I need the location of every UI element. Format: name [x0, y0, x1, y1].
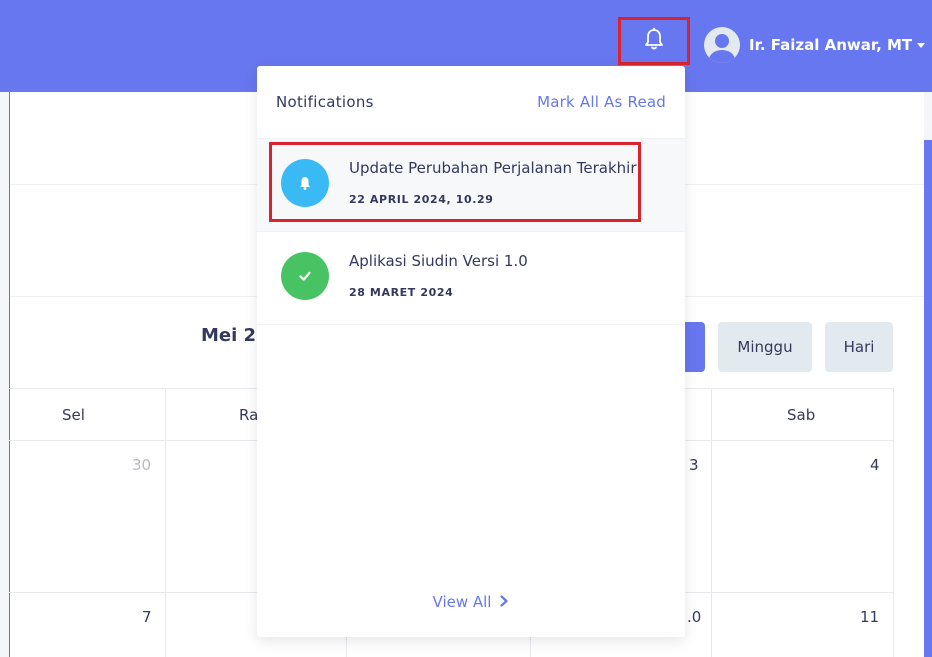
- calendar-day-cell[interactable]: 4: [870, 456, 880, 474]
- month-view-button[interactable]: [683, 322, 705, 372]
- check-icon: [281, 252, 329, 300]
- view-all-link[interactable]: View All: [257, 586, 685, 618]
- user-avatar-icon: [704, 27, 740, 63]
- view-all-label: View All: [432, 593, 492, 611]
- calendar-day-cell[interactable]: .0: [687, 608, 701, 626]
- chevron-right-icon: [499, 593, 509, 611]
- notification-time: 28 MARET 2024: [349, 286, 454, 299]
- dow-saturday: Sab: [787, 406, 816, 424]
- right-accent-bar: [924, 140, 932, 657]
- bell-icon: [643, 27, 665, 55]
- calendar-day-cell[interactable]: 11: [860, 608, 879, 626]
- highlight-annotation-box: [269, 142, 641, 222]
- caret-down-icon: [917, 42, 926, 48]
- calendar-day-cell[interactable]: 3: [689, 456, 699, 474]
- calendar-day-cell[interactable]: 7: [142, 608, 152, 626]
- user-menu[interactable]: Ir. Faizal Anwar, MT: [704, 25, 926, 65]
- notification-title: Aplikasi Siudin Versi 1.0: [349, 252, 528, 270]
- mark-all-read-link[interactable]: Mark All As Read: [537, 93, 666, 111]
- notifications-bell-button[interactable]: [618, 17, 690, 65]
- day-view-button[interactable]: Hari: [825, 322, 893, 372]
- notifications-header: Notifications Mark All As Read: [257, 66, 685, 138]
- notifications-dropdown: Notifications Mark All As Read Update Pe…: [257, 66, 685, 637]
- user-name: Ir. Faizal Anwar, MT: [749, 36, 913, 54]
- notification-item[interactable]: Aplikasi Siudin Versi 1.0 28 MARET 2024: [257, 232, 685, 324]
- dow-wednesday: Ra: [239, 406, 259, 424]
- notifications-title: Notifications: [276, 93, 374, 111]
- calendar-day-cell[interactable]: 30: [132, 456, 151, 474]
- dow-tuesday: Sel: [62, 406, 85, 424]
- week-view-button[interactable]: Minggu: [718, 322, 812, 372]
